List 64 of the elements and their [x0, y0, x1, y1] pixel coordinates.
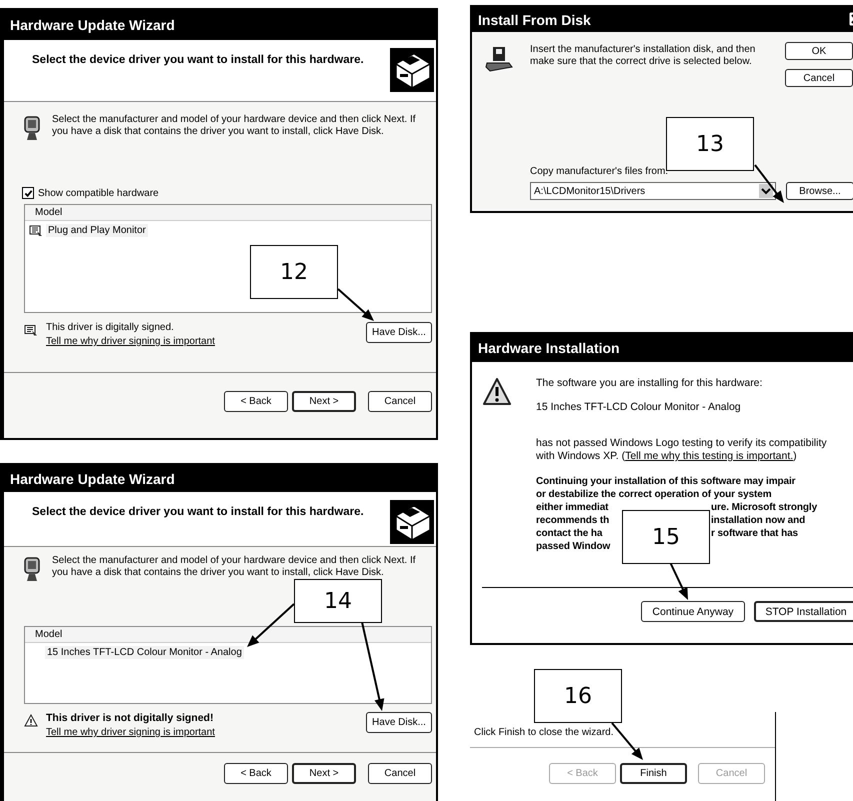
- warning-icon: [24, 714, 38, 727]
- warning-text: Continuing your installation of this software may impair: [536, 475, 796, 488]
- dialog-message: Insert the manufacturer's installation disk, and then make sure that the correct drive is selected below.: [530, 44, 756, 68]
- wizard-heading: Select the device driver you want to install for this hardware.: [32, 54, 364, 66]
- window-title: Hardware Installation: [472, 334, 853, 362]
- have-disk-button[interactable]: Have Disk...: [366, 712, 432, 733]
- signing-status: This driver is not digitally signed!: [46, 712, 214, 724]
- intro-text: The software you are installing for this hardware:: [536, 377, 764, 389]
- column-header[interactable]: Model: [25, 627, 431, 643]
- wizard-heading: Select the device driver you want to install for this hardware.: [32, 506, 364, 518]
- disk-drive-icon: [485, 46, 513, 72]
- step-number: 14: [294, 579, 382, 623]
- warning-text: installation now and: [711, 514, 806, 527]
- driver-icon: [24, 324, 38, 337]
- have-disk-button[interactable]: Have Disk...: [366, 322, 432, 343]
- callout-arrow: [337, 288, 374, 321]
- window-title: Install From Disk: [472, 7, 853, 32]
- checkbox[interactable]: [22, 187, 34, 199]
- wizard-button[interactable]: Next >: [292, 763, 356, 784]
- window-title: Hardware Update Wizard: [4, 465, 436, 492]
- wizard-button[interactable]: Next >: [292, 391, 356, 412]
- column-header[interactable]: Model: [25, 205, 431, 221]
- wizard-button[interactable]: Cancel: [368, 763, 432, 784]
- warning-icon: [482, 377, 512, 407]
- callout-arrow: [611, 722, 643, 760]
- signing-status: This driver is digitally signed.: [46, 322, 175, 333]
- dialog-button[interactable]: OK: [785, 42, 853, 60]
- path-dropdown[interactable]: A:\LCDMonitor15\Drivers: [530, 182, 776, 200]
- step-number: 12: [250, 245, 338, 299]
- dialog-button[interactable]: STOP Installation: [754, 601, 853, 622]
- warning-text: r software that has: [711, 527, 800, 540]
- checkbox-label: Show compatible hardware: [38, 188, 159, 198]
- help-link[interactable]: Tell me why driver signing is important: [46, 336, 215, 347]
- dialog-button[interactable]: Continue Anyway: [641, 601, 745, 622]
- help-link[interactable]: Tell me why this testing is important.: [625, 450, 794, 462]
- monitor-icon: [24, 557, 40, 583]
- wizard-button[interactable]: Finish: [620, 763, 687, 784]
- help-link[interactable]: Tell me why driver signing is important: [46, 727, 215, 738]
- notice-text: has not passed Windows Logo testing to verify its compatibility with Windows XP. (Tell me why this testing is important.): [536, 437, 828, 463]
- device-name: 15 Inches TFT-LCD Colour Monitor - Analog: [536, 401, 742, 413]
- list-item[interactable]: 15 Inches TFT-LCD Colour Monitor - Analog: [45, 646, 244, 659]
- warning-text: either immediat: [536, 501, 610, 514]
- warning-text: or destabilize the correct operation of your system: [536, 488, 773, 501]
- wizard-button[interactable]: < Back: [224, 391, 288, 412]
- dialog-button[interactable]: Cancel: [785, 69, 853, 87]
- list-item[interactable]: Plug and Play Monitor: [46, 224, 148, 237]
- warning-text: passed Window: [536, 540, 612, 553]
- window-title: Hardware Update Wizard: [4, 10, 436, 40]
- callout-arrow: [754, 164, 784, 203]
- warning-text: contact the ha: [536, 527, 604, 540]
- instruction-text: Select the manufacturer and model of your hardware device and then click Next. If you have a disk that contains the driver you want to install, click Have Disk.: [52, 114, 417, 138]
- warning-text: recommends th: [536, 514, 610, 527]
- monitor-icon: [24, 116, 40, 142]
- browse-button[interactable]: Browse...: [786, 182, 853, 200]
- finish-message: Click Finish to close the wizard.: [474, 727, 614, 738]
- warning-text: ure. Microsoft strongly: [711, 501, 818, 514]
- step-number: 15: [622, 510, 710, 564]
- driver-icon: [29, 224, 43, 236]
- step-number: 16: [534, 669, 622, 723]
- callout-arrow: [247, 603, 295, 647]
- instruction-text: Select the manufacturer and model of your hardware device and then click Next. If you have a disk that contains the driver you want to install, click Have Disk.: [52, 555, 417, 579]
- wizard-button[interactable]: < Back: [224, 763, 288, 784]
- step-number: 13: [666, 117, 754, 171]
- wizard-button[interactable]: Cancel: [368, 391, 432, 412]
